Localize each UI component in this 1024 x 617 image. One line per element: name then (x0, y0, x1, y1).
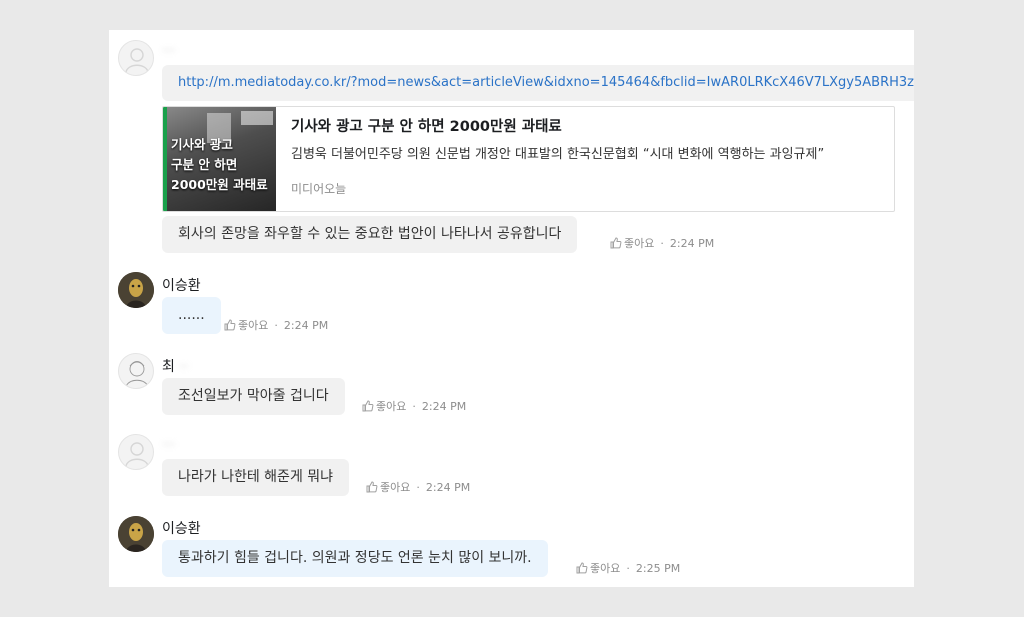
message-meta: 좋아요 · 2:24 PM (366, 479, 470, 495)
timestamp: 2:24 PM (283, 318, 329, 332)
author-name[interactable]: 이승환 (162, 275, 201, 295)
chat-panel: ··· http://m.mediatoday.co.kr/?mod=news&… (109, 30, 914, 587)
thumbs-up-icon (366, 481, 378, 493)
like-button[interactable]: 좋아요 (362, 398, 406, 414)
author-name[interactable]: 이승환 (162, 518, 201, 538)
thumbs-up-icon (610, 237, 622, 249)
like-button[interactable]: 좋아요 (366, 479, 410, 495)
message-meta: 좋아요 · 2:25 PM (576, 560, 680, 576)
default-avatar-icon (125, 442, 149, 467)
avatar[interactable] (118, 40, 154, 76)
thumb-line: 기사와 광고 (171, 137, 233, 152)
message-meta: 좋아요 · 2:24 PM (362, 398, 466, 414)
message-bubble: 나라가 나한테 해준게 뭐냐 (162, 459, 350, 496)
timestamp: 2:24 PM (421, 399, 467, 413)
thumbs-up-icon (576, 562, 588, 574)
thumbs-up-icon (362, 400, 374, 412)
timestamp: 2:24 PM (425, 480, 471, 494)
link-preview-card[interactable]: 기사와 광고 구분 안 하면 2000만원 과태료 기사와 광고 구분 안 하면… (162, 106, 895, 212)
message-bubble: 회사의 존망을 좌우할 수 있는 중요한 법안이 나타나서 공유합니다 (162, 216, 578, 253)
avatar[interactable] (118, 516, 154, 552)
author-name[interactable]: ··· (162, 437, 175, 453)
thumb-line: 구분 안 하면 (171, 157, 238, 172)
user-photo-icon (118, 516, 154, 552)
message-bubble: ...... (162, 297, 221, 334)
avatar[interactable] (118, 272, 154, 308)
like-label: 좋아요 (590, 562, 621, 575)
message-meta: 좋아요 · 2:24 PM (610, 235, 714, 251)
author-name-prefix: 최 (162, 359, 175, 375)
card-source: 미디어오늘 (291, 182, 347, 196)
author-name-hidden: ·· (179, 359, 189, 375)
author-name[interactable]: 최 ·· (162, 356, 188, 376)
like-button[interactable]: 좋아요 (610, 235, 654, 251)
like-button[interactable]: 좋아요 (576, 560, 620, 576)
message-bubble: 통과하기 힘들 겁니다. 의원과 정당도 언론 눈치 많이 보니까. (162, 540, 548, 577)
timestamp: 2:25 PM (635, 561, 681, 575)
like-button[interactable]: 좋아요 (224, 317, 268, 333)
user-photo-icon (118, 272, 154, 308)
avatar[interactable] (118, 353, 154, 389)
like-label: 좋아요 (376, 400, 407, 413)
sketch-avatar-icon (125, 361, 149, 388)
thumbs-up-icon (224, 319, 236, 331)
like-label: 좋아요 (238, 319, 269, 332)
link-bubble[interactable]: http://m.mediatoday.co.kr/?mod=news&act=… (162, 65, 914, 101)
avatar[interactable] (118, 434, 154, 470)
card-description: 김병욱 더불어민주당 의원 신문법 개정안 대표발의 한국신문협회 “시대 변화… (291, 147, 825, 162)
card-thumbnail: 기사와 광고 구분 안 하면 2000만원 과태료 (167, 107, 276, 211)
author-name[interactable]: ··· (162, 43, 175, 59)
like-label: 좋아요 (380, 481, 411, 494)
timestamp: 2:24 PM (669, 236, 715, 250)
like-label: 좋아요 (624, 237, 655, 250)
card-title: 기사와 광고 구분 안 하면 2000만원 과태료 (291, 119, 562, 135)
message-meta: 좋아요 · 2:24 PM (224, 317, 328, 333)
message-bubble: 조선일보가 막아줄 겁니다 (162, 378, 345, 415)
default-avatar-icon (125, 48, 149, 73)
thumb-line: 2000만원 과태료 (171, 177, 268, 192)
